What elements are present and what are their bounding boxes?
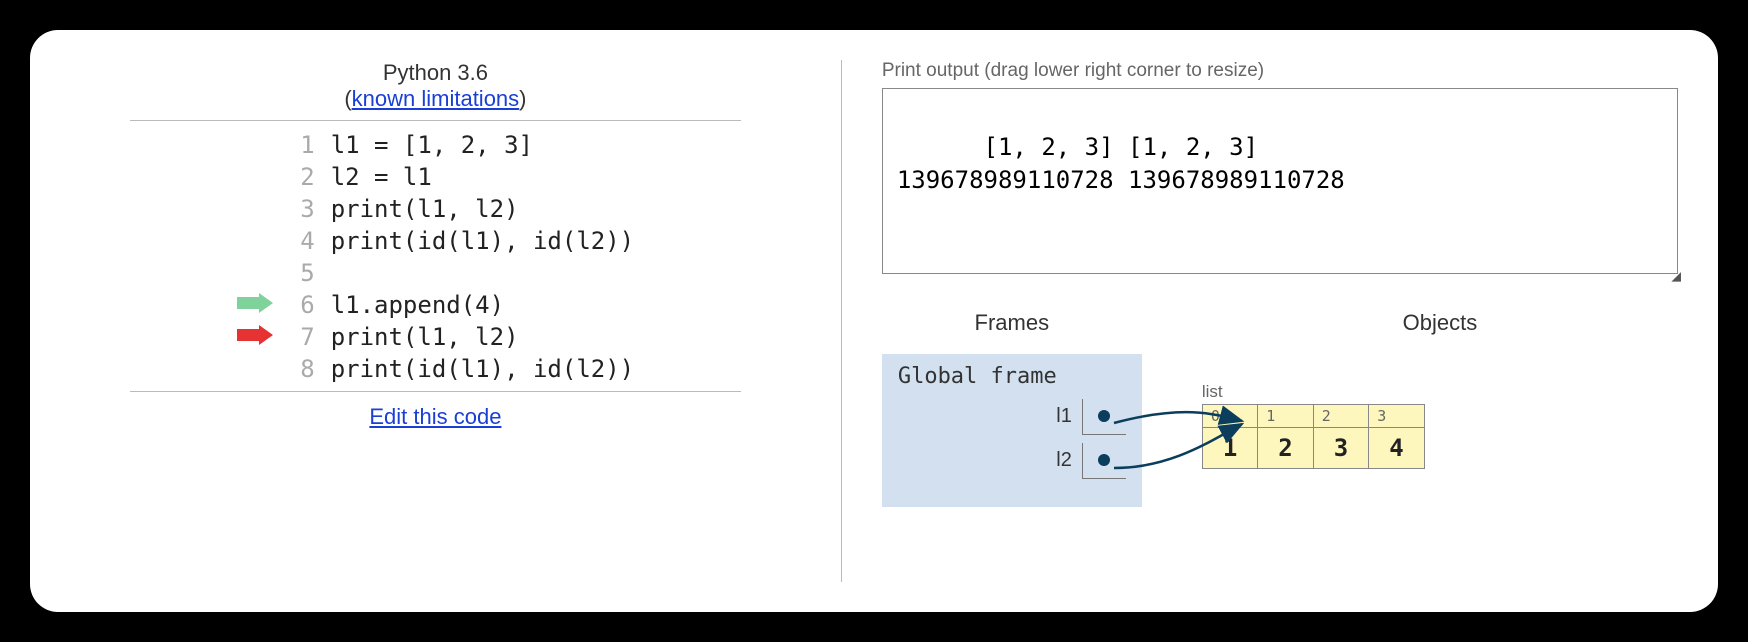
code-line[interactable]: 5: [229, 257, 642, 289]
code-footer: Edit this code: [130, 391, 741, 430]
code-pane: Python 3.6 (known limitations) 1l1 = [1,…: [70, 60, 842, 582]
execution-arrow-cell: [229, 225, 281, 257]
code-text: [323, 257, 642, 289]
line-number: 6: [281, 289, 323, 321]
code-text: l2 = l1: [323, 161, 642, 193]
code-text: l1.append(4): [323, 289, 642, 321]
pointer-dot-icon: [1098, 410, 1110, 422]
code-line[interactable]: 7print(l1, l2): [229, 321, 642, 353]
list-index: 2: [1313, 404, 1368, 427]
variable-pointer-box: [1082, 443, 1126, 479]
code-line[interactable]: 1l1 = [1, 2, 3]: [229, 129, 642, 161]
execution-arrow-cell: [229, 257, 281, 289]
code-text: print(id(l1), id(l2)): [323, 225, 642, 257]
prev-line-arrow-icon: [237, 293, 273, 313]
code-line[interactable]: 2l2 = l1: [229, 161, 642, 193]
language-label: Python 3.6: [383, 60, 488, 85]
list-object: 0123 1234: [1202, 404, 1425, 469]
line-number: 3: [281, 193, 323, 225]
resize-handle-icon[interactable]: ◢: [1671, 265, 1681, 287]
code-text: print(l1, l2): [323, 321, 642, 353]
global-frame-title: Global frame: [898, 364, 1126, 389]
execution-arrow-cell: [229, 161, 281, 193]
edit-code-link[interactable]: Edit this code: [369, 404, 501, 429]
code-line[interactable]: 6l1.append(4): [229, 289, 642, 321]
code-text: print(l1, l2): [323, 193, 642, 225]
frames-column: Frames Global frame l1 l2: [882, 310, 1142, 507]
frames-heading: Frames: [882, 310, 1142, 336]
line-number: 1: [281, 129, 323, 161]
execution-arrow-cell: [229, 129, 281, 161]
line-number: 2: [281, 161, 323, 193]
code-line[interactable]: 8print(id(l1), id(l2)): [229, 353, 642, 385]
list-value: 3: [1313, 427, 1368, 468]
output-text: [1, 2, 3] [1, 2, 3] 139678989110728 1396…: [897, 133, 1345, 195]
list-type-label: list: [1202, 382, 1678, 402]
visualizer-card: Python 3.6 (known limitations) 1l1 = [1,…: [30, 30, 1718, 612]
global-frame: Global frame l1 l2: [882, 354, 1142, 507]
line-number: 7: [281, 321, 323, 353]
code-text: l1 = [1, 2, 3]: [323, 129, 642, 161]
line-number: 8: [281, 353, 323, 385]
frames-objects-viz: Frames Global frame l1 l2 Objects list 01…: [882, 310, 1678, 507]
list-value: 2: [1258, 427, 1313, 468]
list-index: 0: [1202, 404, 1257, 427]
variable-name: l1: [1056, 405, 1072, 428]
execution-arrow-cell: [229, 353, 281, 385]
code-line[interactable]: 3print(l1, l2): [229, 193, 642, 225]
objects-column: Objects list 0123 1234: [1202, 310, 1678, 507]
code-line[interactable]: 4print(id(l1), id(l2)): [229, 225, 642, 257]
variable-name: l2: [1056, 449, 1072, 472]
output-label: Print output (drag lower right corner to…: [882, 60, 1678, 82]
code-text: print(id(l1), id(l2)): [323, 353, 642, 385]
variable-pointer-box: [1082, 399, 1126, 435]
code-header: Python 3.6 (known limitations): [130, 60, 741, 121]
list-value: 4: [1369, 427, 1424, 468]
variable-row: l1: [898, 399, 1126, 435]
output-pane: Print output (drag lower right corner to…: [842, 60, 1678, 582]
next-line-arrow-icon: [237, 325, 273, 345]
execution-arrow-cell: [229, 289, 281, 321]
list-value: 1: [1202, 427, 1257, 468]
execution-arrow-cell: [229, 321, 281, 353]
output-box[interactable]: [1, 2, 3] [1, 2, 3] 139678989110728 1396…: [882, 88, 1678, 274]
list-index: 3: [1369, 404, 1424, 427]
line-number: 5: [281, 257, 323, 289]
code-listing: 1l1 = [1, 2, 3]2l2 = l13print(l1, l2)4pr…: [229, 129, 642, 385]
pointer-dot-icon: [1098, 454, 1110, 466]
objects-heading: Objects: [1202, 310, 1678, 336]
known-limitations-link[interactable]: known limitations: [352, 86, 520, 111]
line-number: 4: [281, 225, 323, 257]
variable-row: l2: [898, 443, 1126, 479]
execution-arrow-cell: [229, 193, 281, 225]
list-index: 1: [1258, 404, 1313, 427]
